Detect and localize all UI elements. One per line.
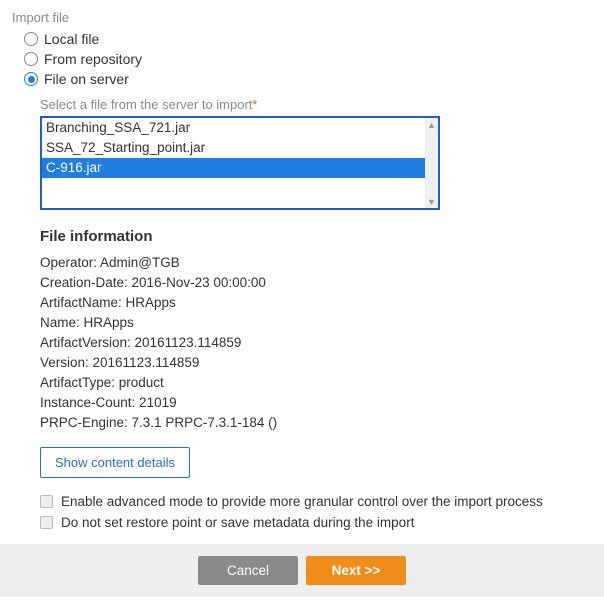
info-line: Operator: Admin@TGB <box>40 253 592 273</box>
server-file-field-label: Select a file from the server to import* <box>40 97 592 112</box>
radio-local-file[interactable]: Local file <box>24 31 592 47</box>
checkbox-no-restore[interactable] <box>40 516 53 529</box>
radio-label: File on server <box>44 71 129 87</box>
footer-bar: Cancel Next >> <box>0 544 604 597</box>
info-line: ArtifactType: product <box>40 373 592 393</box>
info-line: ArtifactName: HRApps <box>40 293 592 313</box>
source-radio-group: Local file From repository File on serve… <box>24 31 592 87</box>
cancel-button[interactable]: Cancel <box>198 556 298 585</box>
info-line: Creation-Date: 2016-Nov-23 00:00:00 <box>40 273 592 293</box>
list-item[interactable]: SSA_72_Starting_point.jar <box>42 138 425 158</box>
show-content-details-button[interactable]: Show content details <box>40 447 190 478</box>
info-line: PRPC-Engine: 7.3.1 PRPC-7.3.1-184 () <box>40 413 592 433</box>
radio-icon-selected <box>24 72 38 86</box>
radio-icon <box>24 32 38 46</box>
field-label-text: Select a file from the server to import <box>40 97 252 112</box>
checkbox-no-restore-row: Do not set restore point or save metadat… <box>40 515 592 530</box>
checkbox-label: Do not set restore point or save metadat… <box>61 515 414 530</box>
file-information-header: File information <box>40 228 592 245</box>
info-line: Instance-Count: 21019 <box>40 393 592 413</box>
checkbox-advanced-mode[interactable] <box>40 495 53 508</box>
info-line: Version: 20161123.114859 <box>40 353 592 373</box>
info-line: Name: HRApps <box>40 313 592 333</box>
list-item[interactable]: Branching_SSA_721.jar <box>42 118 425 138</box>
radio-label: From repository <box>44 51 142 67</box>
radio-icon <box>24 52 38 66</box>
checkbox-label: Enable advanced mode to provide more gra… <box>61 494 543 509</box>
server-file-listbox[interactable]: Branching_SSA_721.jar SSA_72_Starting_po… <box>40 116 440 210</box>
scroll-up-icon[interactable]: ▲ <box>425 118 438 131</box>
info-line: ArtifactVersion: 20161123.114859 <box>40 333 592 353</box>
scrollbar[interactable]: ▲ ▼ <box>425 118 438 208</box>
file-information-block: Operator: Admin@TGB Creation-Date: 2016-… <box>40 253 592 433</box>
import-file-header: Import file <box>12 10 592 25</box>
radio-label: Local file <box>44 31 99 47</box>
radio-from-repository[interactable]: From repository <box>24 51 592 67</box>
scroll-down-icon[interactable]: ▼ <box>425 195 438 208</box>
next-button[interactable]: Next >> <box>306 556 406 585</box>
checkbox-advanced-mode-row: Enable advanced mode to provide more gra… <box>40 494 592 509</box>
radio-file-on-server[interactable]: File on server <box>24 71 592 87</box>
required-marker: * <box>252 97 257 112</box>
list-item-selected[interactable]: C-916.jar <box>42 158 425 178</box>
